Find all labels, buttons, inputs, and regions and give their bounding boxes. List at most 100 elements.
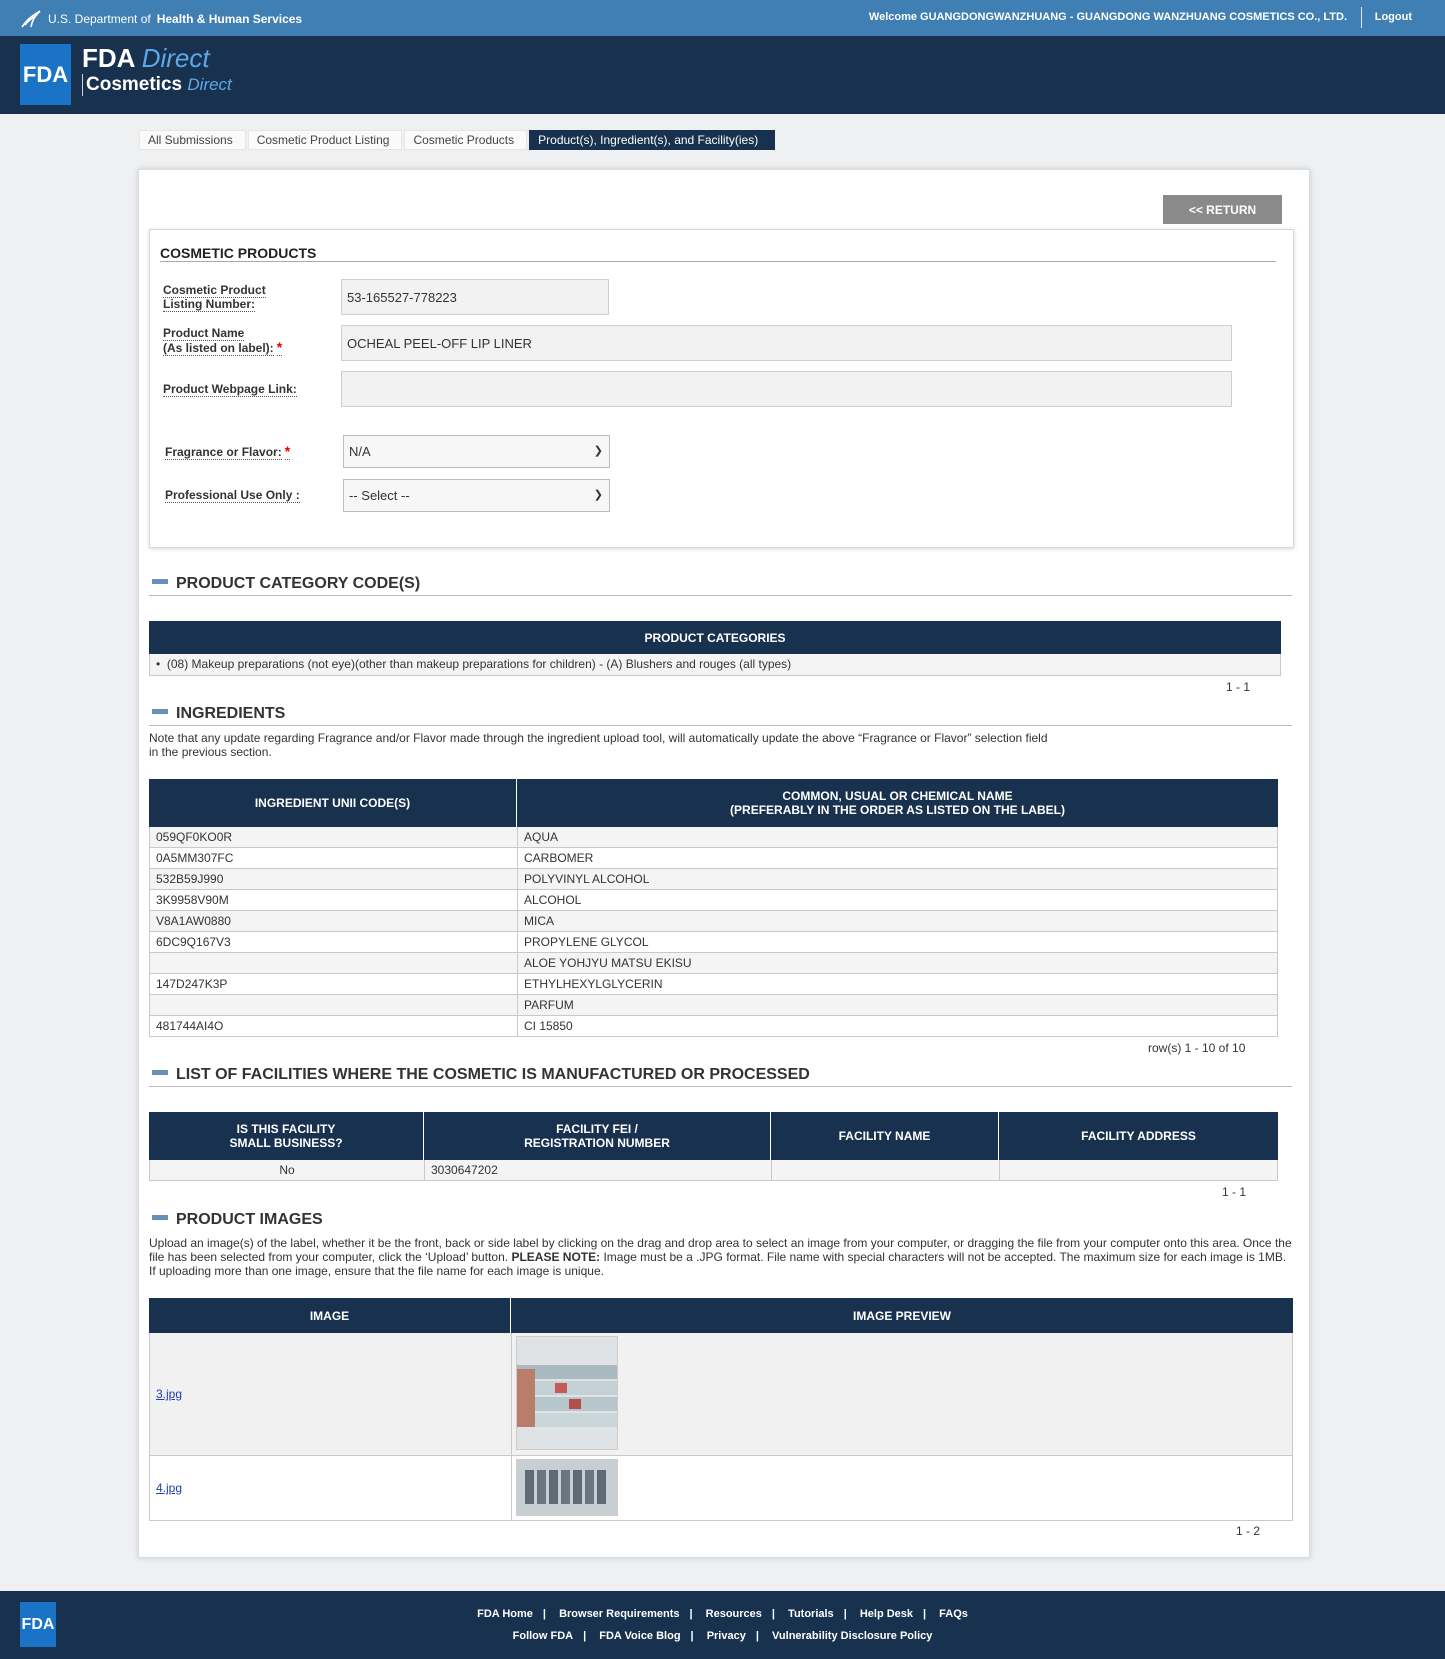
- ingredient-row: PARFUM: [149, 995, 1278, 1016]
- category-item: • (08) Makeup preparations (not eye)(oth…: [156, 657, 792, 671]
- ingredient-name: PROPYLENE GLYCOL: [524, 935, 649, 949]
- facility-fei-header: FACILITY FEI / REGISTRATION NUMBER: [424, 1112, 771, 1160]
- image-preview-thumbnail[interactable]: [516, 1336, 618, 1450]
- footer-link-help-desk[interactable]: Help Desk: [860, 1608, 913, 1620]
- lip-liner-photo-icon: [517, 1460, 617, 1515]
- ingredient-row: 532B59J990 POLYVINYL ALCOHOL: [149, 869, 1278, 890]
- divider: [160, 261, 1276, 262]
- listing-number-field[interactable]: 53-165527-778223: [341, 279, 609, 315]
- fda-logo[interactable]: FDA: [20, 44, 71, 105]
- brand-header: FDA FDA Direct Cosmetics Direct: [0, 36, 1445, 114]
- facility-name-header: FACILITY NAME: [771, 1112, 999, 1160]
- ingredient-name: CARBOMER: [524, 851, 594, 865]
- collapse-icon[interactable]: [152, 1215, 168, 1221]
- webpage-link-label: Product Webpage Link:: [163, 382, 297, 397]
- small-business-header: IS THIS FACILITY SMALL BUSINESS?: [149, 1112, 424, 1160]
- hhs-prefix: U.S. Department of: [48, 12, 151, 26]
- image-preview-thumbnail[interactable]: [516, 1459, 618, 1516]
- professional-use-label: Professional Use Only :: [165, 488, 300, 503]
- brand-cosmetics: Cosmetics: [86, 74, 183, 95]
- professional-use-select[interactable]: -- Select -- ❯: [343, 479, 610, 512]
- ingredient-code: 6DC9Q167V3: [150, 932, 518, 952]
- welcome-text: Welcome GUANGDONGWANZHUANG - GUANGDONG W…: [868, 11, 1347, 23]
- listing-number-label: Cosmetic Product Listing Number:: [163, 283, 266, 312]
- ingredient-name: AQUA: [524, 830, 559, 844]
- ingredient-name: ALOE YOHJYU MATSU EKISU: [524, 956, 692, 970]
- required-marker: *: [276, 339, 283, 356]
- fragrance-selected: N/A: [349, 444, 371, 459]
- brand-cosmetics-direct: Direct: [187, 75, 232, 94]
- ingredient-name-header: COMMON, USUAL OR CHEMICAL NAME (PREFERABL…: [517, 779, 1278, 827]
- footer-link-faqs[interactable]: FAQs: [939, 1608, 968, 1620]
- ingredient-row: 147D247K3P ETHYLHEXYLGLYCERIN: [149, 974, 1278, 995]
- footer-link-fda-home[interactable]: FDA Home: [477, 1608, 533, 1620]
- ingredient-code: [150, 953, 518, 973]
- collapse-icon[interactable]: [152, 579, 168, 585]
- collapse-icon[interactable]: [152, 709, 168, 715]
- breadcrumb-current: Product(s), Ingredient(s), and Facility(…: [529, 130, 776, 150]
- brand-direct: Direct: [141, 43, 210, 73]
- facility-row: No 3030647202: [149, 1160, 1278, 1181]
- image-header: IMAGE: [149, 1298, 511, 1333]
- ingredients-note: Note that any update regarding Fragrance…: [149, 731, 1048, 759]
- breadcrumb-cosmetic-product-listing[interactable]: Cosmetic Product Listing: [247, 130, 403, 150]
- breadcrumb-all-submissions[interactable]: All Submissions: [139, 130, 246, 150]
- lip-liner-photo-icon: [517, 1337, 617, 1449]
- ingredient-name: ETHYLHEXYLGLYCERIN: [524, 977, 663, 991]
- ingredients-pager: row(s) 1 - 10 of 10: [1148, 1041, 1246, 1055]
- ingredient-code: 3K9958V90M: [150, 890, 518, 910]
- ingredient-row: 481744AI4O CI 15850: [149, 1016, 1278, 1037]
- ingredient-code: 0A5MM307FC: [150, 848, 518, 868]
- required-marker: *: [284, 443, 291, 460]
- product-images-section-title: PRODUCT IMAGES: [152, 1211, 323, 1229]
- brand-fda: FDA: [82, 43, 135, 73]
- ingredient-row: 0A5MM307FC CARBOMER: [149, 848, 1278, 869]
- product-images-note: Upload an image(s) of the label, whether…: [149, 1236, 1292, 1278]
- fda-direct-logo[interactable]: FDA Direct Cosmetics Direct: [82, 44, 232, 96]
- facilities-section-title: LIST OF FACILITIES WHERE THE COSMETIC IS…: [152, 1066, 810, 1084]
- chevron-down-icon: ❯: [593, 489, 603, 501]
- hhs-name: Health & Human Services: [156, 12, 303, 26]
- logout-link[interactable]: Logout: [1375, 11, 1412, 23]
- breadcrumb: All Submissions Cosmetic Product Listing…: [139, 130, 777, 150]
- ingredient-row: V8A1AW0880 MICA: [149, 911, 1278, 932]
- footer-link-fda-voice-blog[interactable]: FDA Voice Blog: [599, 1630, 680, 1642]
- ingredient-name: PARFUM: [524, 998, 574, 1012]
- ingredients-section-title: INGREDIENTS: [152, 705, 285, 723]
- facility-address-header: FACILITY ADDRESS: [999, 1112, 1278, 1160]
- image-file-link[interactable]: 4.jpg: [156, 1481, 182, 1495]
- footer-links-row-2: Follow FDA | FDA Voice Blog | Privacy | Vul…: [512, 1630, 933, 1642]
- facility-fei: 3030647202: [425, 1160, 772, 1180]
- divider: [149, 1086, 1292, 1087]
- footer-links-row-1: FDA Home | Browser Requirements | Resource…: [477, 1608, 968, 1620]
- footer-link-tutorials[interactable]: Tutorials: [788, 1608, 834, 1620]
- ingredient-code: 481744AI4O: [150, 1016, 518, 1036]
- cosmetic-products-title: COSMETIC PRODUCTS: [160, 245, 317, 261]
- hhs-link[interactable]: U.S. Department of Health & Human Service…: [20, 9, 302, 29]
- ingredient-code: V8A1AW0880: [150, 911, 518, 931]
- facility-address: [1000, 1160, 1279, 1180]
- ingredient-row: 3K9958V90M ALCOHOL: [149, 890, 1278, 911]
- ingredient-row: 059QF0KO0R AQUA: [149, 827, 1278, 848]
- professional-use-selected: -- Select --: [349, 488, 410, 503]
- image-preview-header: IMAGE PREVIEW: [511, 1298, 1293, 1333]
- footer-link-resources[interactable]: Resources: [706, 1608, 762, 1620]
- return-button[interactable]: << RETURN: [1163, 195, 1282, 224]
- footer-link-privacy[interactable]: Privacy: [707, 1630, 746, 1642]
- image-row: 4.jpg: [149, 1456, 1293, 1521]
- collapse-icon[interactable]: [152, 1070, 168, 1076]
- product-category-section-title: PRODUCT CATEGORY CODE(S): [152, 575, 420, 593]
- product-name-field[interactable]: OCHEAL PEEL-OFF LIP LINER: [341, 325, 1232, 361]
- footer-link-browser-requirements[interactable]: Browser Requirements: [559, 1608, 679, 1620]
- image-file-link[interactable]: 3.jpg: [156, 1387, 182, 1401]
- ingredient-code: 532B59J990: [150, 869, 518, 889]
- ingredient-name: CI 15850: [524, 1019, 573, 1033]
- facilities-pager: 1 - 1: [1222, 1185, 1247, 1199]
- footer-link-follow-fda[interactable]: Follow FDA: [513, 1630, 574, 1642]
- footer-link-vulnerability-disclosure[interactable]: Vulnerability Disclosure Policy: [772, 1630, 932, 1642]
- webpage-link-field[interactable]: [341, 371, 1232, 407]
- fragrance-select[interactable]: N/A ❯: [343, 435, 610, 468]
- divider: [149, 595, 1292, 596]
- facility-small-business: No: [150, 1160, 425, 1180]
- breadcrumb-cosmetic-products[interactable]: Cosmetic Products: [404, 130, 528, 150]
